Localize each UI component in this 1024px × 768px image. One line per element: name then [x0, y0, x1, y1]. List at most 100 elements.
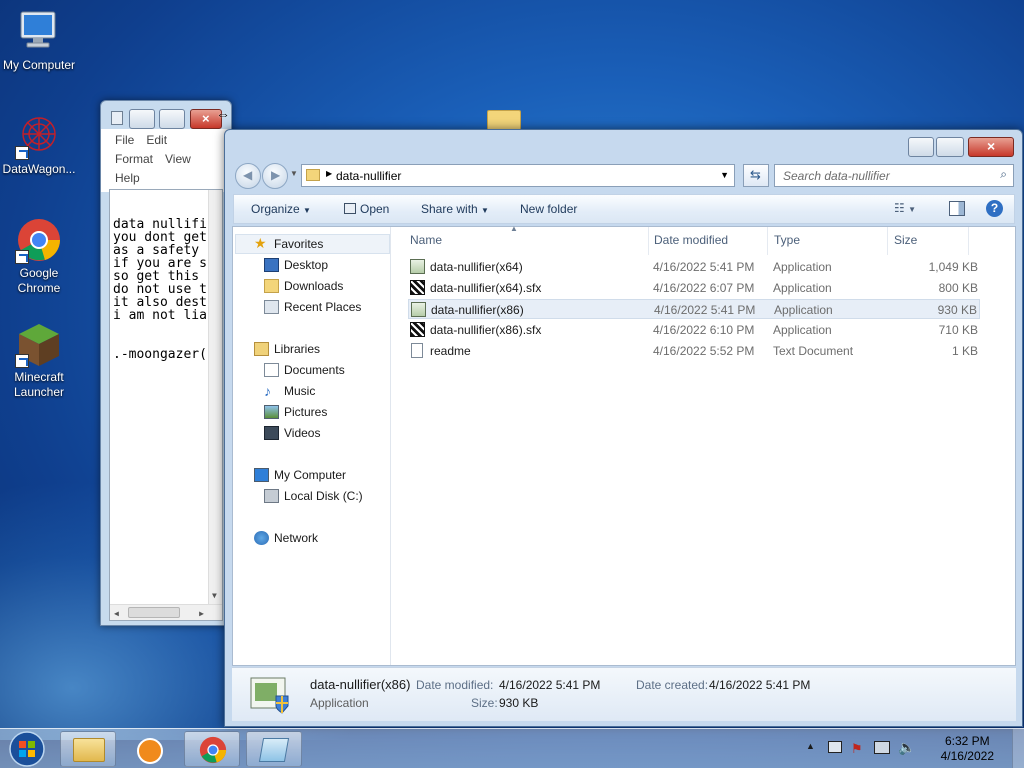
desktop-icon-minecraft-launcher[interactable]: Minecraft Launcher [0, 320, 78, 400]
address-dropdown-icon[interactable]: ▼ [720, 170, 729, 180]
file-type: Text Document [773, 344, 854, 358]
taskbar-chrome-button[interactable] [184, 731, 240, 767]
refresh-button[interactable]: ⇆ [743, 164, 769, 187]
back-button[interactable]: ◀ [235, 163, 261, 189]
column-divider[interactable] [887, 227, 888, 255]
libraries-icon [254, 342, 269, 356]
nav-my-computer[interactable]: My Computer [254, 465, 346, 485]
details-pane: data-nullifier(x86) Application Date mod… [232, 667, 1016, 721]
network-tray-icon[interactable] [874, 741, 890, 754]
file-row[interactable]: data-nullifier(x64).sfx 4/16/2022 6:07 P… [408, 278, 980, 298]
menu-edit[interactable]: Edit [146, 133, 167, 147]
taskbar-explorer-button[interactable] [60, 731, 116, 767]
file-type: Application [773, 260, 832, 274]
file-name: data-nullifier(x64) [430, 260, 523, 274]
nav-network[interactable]: Network [254, 528, 318, 548]
details-file-name: data-nullifier(x86) [310, 677, 411, 692]
file-size: 1,049 KB [928, 260, 978, 274]
file-row[interactable]: data-nullifier(x86).sfx 4/16/2022 6:10 P… [408, 320, 980, 340]
column-header-size[interactable]: Size [894, 233, 917, 251]
preview-pane-icon[interactable] [949, 201, 965, 216]
scroll-right-arrow-icon[interactable]: ▶ [199, 607, 204, 620]
refresh-icon: ⇆ [750, 167, 761, 182]
nav-music[interactable]: ♪ Music [264, 381, 315, 401]
search-icon[interactable]: ⌕ [1000, 167, 1007, 182]
taskbar-media-player-button[interactable] [122, 731, 178, 767]
file-date: 4/16/2022 5:41 PM [653, 260, 755, 274]
organize-button[interactable]: Organize ▼ [251, 202, 311, 216]
nav-libraries[interactable]: Libraries [254, 339, 320, 359]
column-divider[interactable] [767, 227, 768, 255]
maximize-button[interactable] [936, 137, 964, 157]
notepad-icon [258, 738, 290, 762]
scroll-left-arrow-icon[interactable]: ◀ [114, 607, 119, 620]
desktop-icon-google-chrome[interactable]: Google Chrome [0, 216, 78, 296]
minimize-button[interactable] [908, 137, 934, 157]
details-modified-value: 4/16/2022 5:41 PM [499, 678, 601, 692]
details-file-type: Application [310, 696, 369, 710]
menu-help[interactable]: Help [115, 171, 140, 185]
nav-favorites[interactable]: ★ Favorites [254, 234, 323, 254]
minimize-button[interactable] [129, 109, 155, 129]
forward-button[interactable]: ▶ [262, 163, 288, 189]
file-name: readme [430, 344, 471, 358]
breadcrumb-separator-icon[interactable]: ▶ [326, 169, 332, 178]
share-with-button[interactable]: Share with ▼ [421, 202, 489, 216]
notepad-window[interactable]: × File Edit Format View Help data nullifi … [100, 100, 232, 626]
file-size: 930 KB [937, 303, 977, 317]
column-header-date[interactable]: Date modified [654, 233, 728, 251]
action-center-icon[interactable] [828, 741, 842, 753]
volume-icon[interactable]: 🔈 [898, 739, 915, 756]
taskbar-notepad-button[interactable] [246, 731, 302, 767]
file-row-selected[interactable]: data-nullifier(x86) 4/16/2022 5:41 PM Ap… [408, 299, 980, 319]
notepad-menu-bar: File Edit Format View Help [101, 129, 231, 192]
column-divider[interactable] [648, 227, 649, 255]
file-name: data-nullifier(x86).sfx [430, 323, 542, 337]
scroll-thumb[interactable] [128, 607, 180, 618]
start-button[interactable] [4, 730, 50, 768]
nav-recent-places[interactable]: Recent Places [264, 297, 361, 317]
notepad-text-area[interactable]: data nullifi you dont get as a safety if… [109, 189, 223, 621]
recent-pages-chevron-icon[interactable]: ▼ [290, 169, 298, 178]
help-icon[interactable]: ? [986, 200, 1003, 217]
maximize-button[interactable] [159, 109, 185, 129]
address-bar[interactable]: ▶ data-nullifier ▼ [301, 164, 735, 187]
file-row[interactable]: readme 4/16/2022 5:52 PM Text Document 1… [408, 341, 980, 361]
nav-downloads[interactable]: Downloads [264, 276, 343, 296]
file-row[interactable]: data-nullifier(x64) 4/16/2022 5:41 PM Ap… [408, 257, 980, 277]
clock[interactable]: 6:32 PM 4/16/2022 [941, 734, 994, 764]
nav-videos[interactable]: Videos [264, 423, 320, 443]
vertical-scrollbar[interactable]: ▼ [208, 190, 222, 620]
view-options-icon[interactable]: ☷ ▼ [894, 201, 916, 215]
nav-desktop[interactable]: Desktop [264, 255, 328, 275]
desktop-icon-label: Google Chrome [17, 266, 61, 295]
explorer-window[interactable]: × ◀ ▶ ▼ ▶ data-nullifier ▼ ⇆ Search data… [224, 129, 1023, 727]
notepad-title-bar[interactable]: × [101, 101, 231, 129]
nav-pictures[interactable]: Pictures [264, 402, 327, 422]
breadcrumb-current-folder[interactable]: data-nullifier [336, 169, 401, 183]
nav-documents[interactable]: Documents [264, 360, 345, 380]
scroll-down-arrow-icon[interactable]: ▼ [212, 589, 217, 602]
folder-icon [306, 169, 320, 181]
menu-view[interactable]: View [165, 152, 191, 166]
chrome-icon [199, 736, 227, 764]
menu-file[interactable]: File [115, 133, 134, 147]
file-size: 800 KB [938, 281, 978, 295]
column-header-name[interactable]: Name [410, 233, 442, 251]
text-file-icon [411, 343, 423, 358]
desktop-icon-datawagon[interactable]: DataWagon... [0, 112, 78, 177]
desktop-icon-my-computer[interactable]: My Computer [0, 8, 78, 73]
horizontal-scrollbar[interactable]: ◀ ▶ [110, 604, 222, 620]
nav-local-disk[interactable]: Local Disk (C:) [264, 486, 363, 506]
open-button[interactable]: Open [344, 202, 389, 216]
column-divider[interactable] [968, 227, 969, 255]
menu-format[interactable]: Format [115, 152, 153, 166]
close-button[interactable]: × [968, 137, 1014, 157]
pictures-icon [264, 405, 279, 419]
search-input[interactable]: Search data-nullifier ⌕ [774, 164, 1014, 187]
show-hidden-icons-icon[interactable]: ▲ [806, 741, 815, 751]
new-folder-button[interactable]: New folder [520, 202, 577, 216]
show-desktop-button[interactable] [1012, 729, 1024, 768]
column-header-type[interactable]: Type [774, 233, 800, 251]
flag-warning-icon[interactable]: ⚑ [851, 741, 863, 757]
